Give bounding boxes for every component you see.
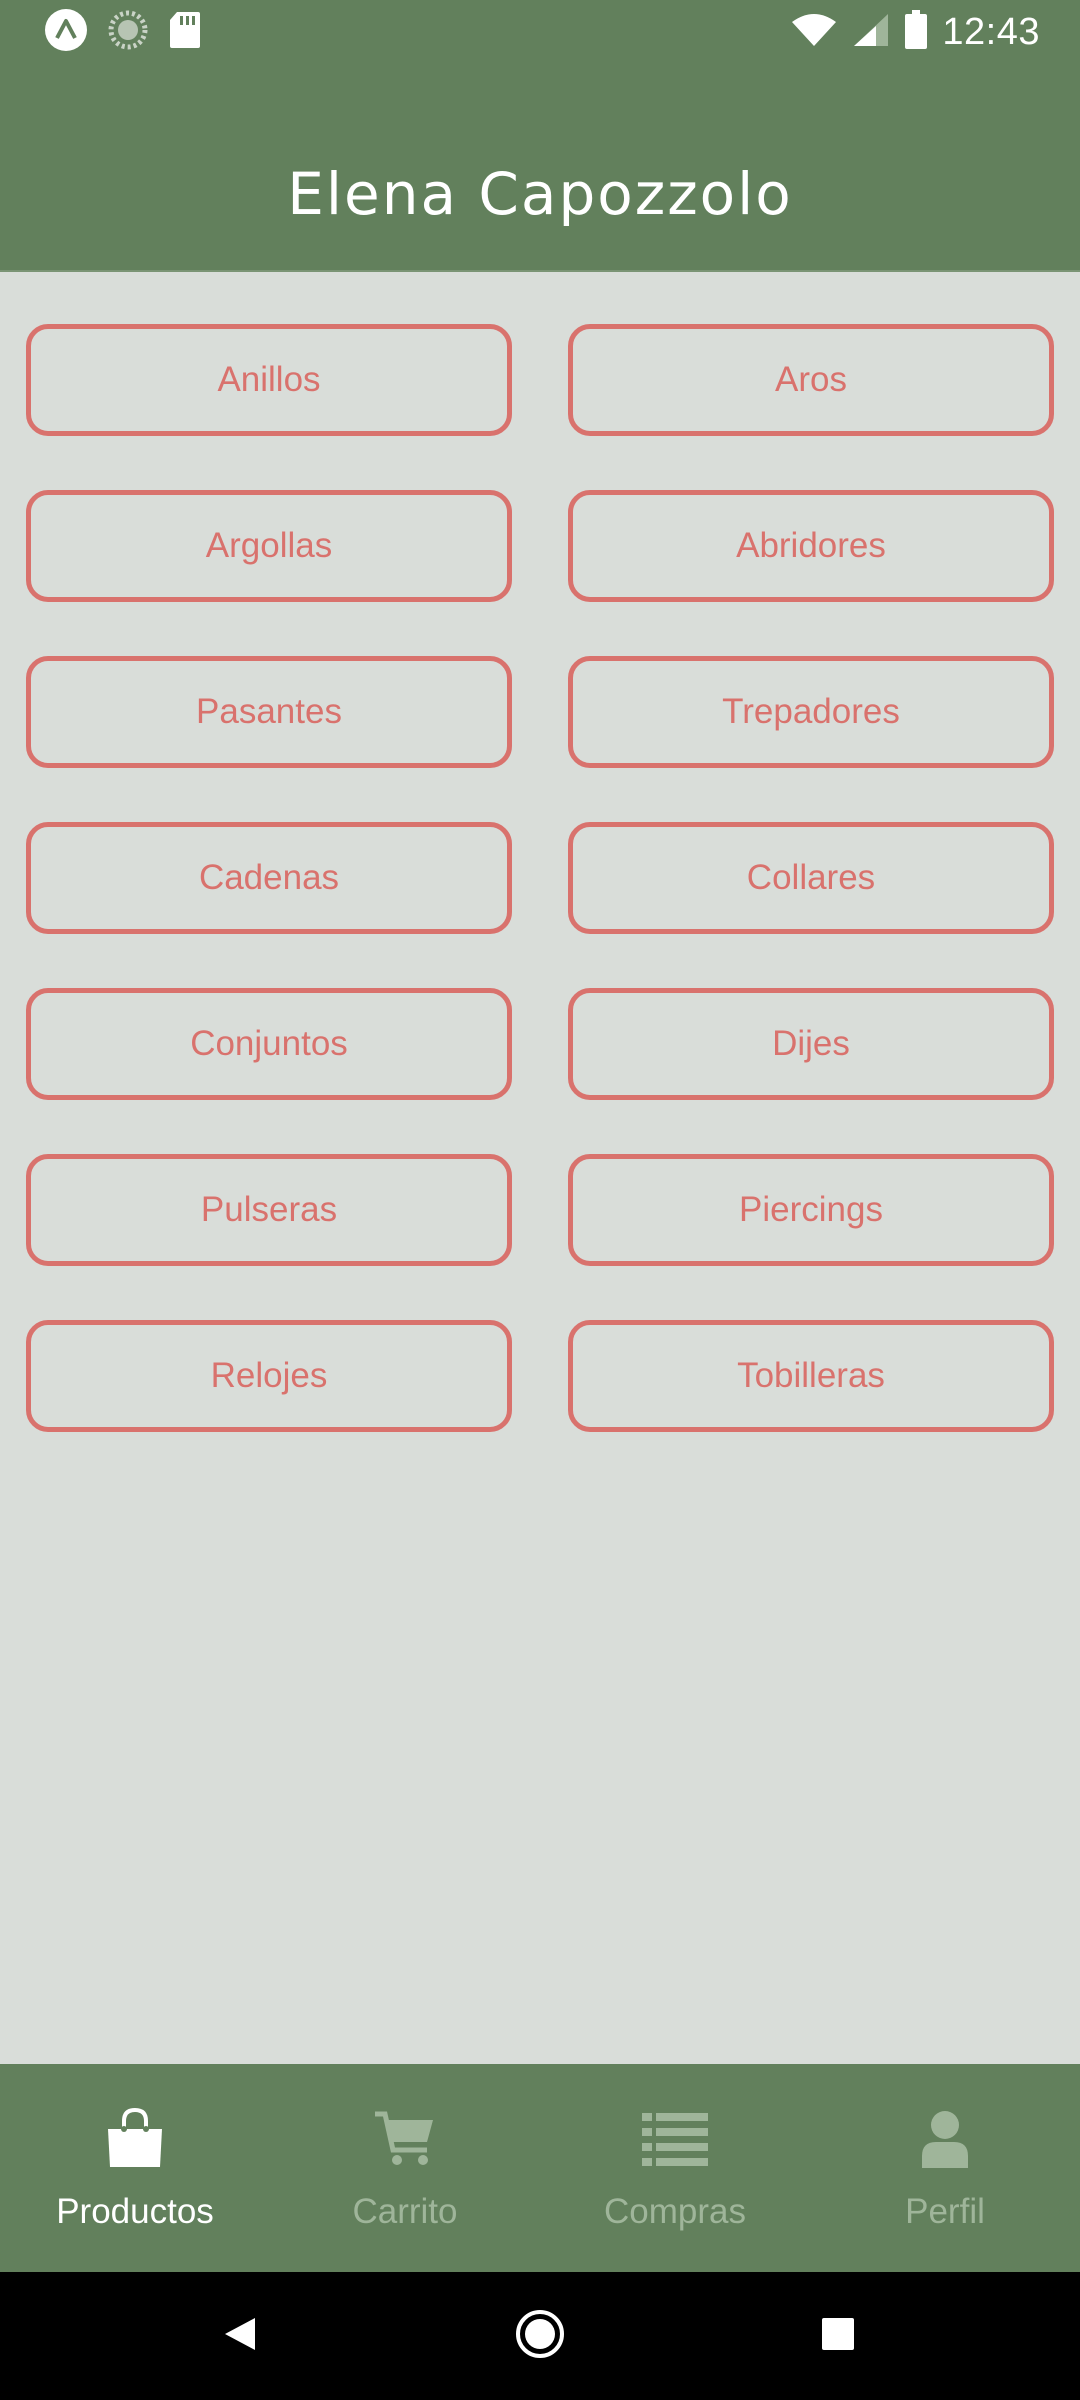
category-button-pasantes[interactable]: Pasantes bbox=[26, 656, 512, 768]
nav-item-productos[interactable]: Productos bbox=[0, 2064, 270, 2272]
back-button[interactable] bbox=[176, 2272, 304, 2400]
nav-label-perfil: Perfil bbox=[905, 2192, 985, 2231]
back-triangle-icon bbox=[223, 2316, 257, 2357]
nav-label-productos: Productos bbox=[56, 2192, 214, 2231]
category-button-argollas[interactable]: Argollas bbox=[26, 490, 512, 602]
category-button-anillos[interactable]: Anillos bbox=[26, 324, 512, 436]
nav-item-carrito[interactable]: Carrito bbox=[270, 2064, 540, 2272]
shopping-bag-icon bbox=[100, 2104, 170, 2174]
person-icon bbox=[910, 2104, 980, 2174]
wifi-icon bbox=[790, 12, 838, 53]
category-button-aros[interactable]: Aros bbox=[568, 324, 1054, 436]
sd-card-icon bbox=[168, 10, 202, 55]
category-button-pulseras[interactable]: Pulseras bbox=[26, 1154, 512, 1266]
nav-item-perfil[interactable]: Perfil bbox=[810, 2064, 1080, 2272]
nav-label-carrito: Carrito bbox=[352, 2192, 458, 2231]
app-header: Elena Capozzolo bbox=[0, 64, 1080, 272]
category-button-dijes[interactable]: Dijes bbox=[568, 988, 1054, 1100]
status-right-icons: 12:43 bbox=[790, 8, 1040, 56]
category-button-trepadores[interactable]: Trepadores bbox=[568, 656, 1054, 768]
nav-item-compras[interactable]: Compras bbox=[540, 2064, 810, 2272]
category-button-conjuntos[interactable]: Conjuntos bbox=[26, 988, 512, 1100]
category-button-piercings[interactable]: Piercings bbox=[568, 1154, 1054, 1266]
status-bar: 12:43 bbox=[0, 0, 1080, 64]
status-left-icons bbox=[44, 8, 202, 57]
nav-label-compras: Compras bbox=[604, 2192, 746, 2231]
app-logo-icon bbox=[44, 8, 88, 57]
category-button-collares[interactable]: Collares bbox=[568, 822, 1054, 934]
category-button-abridores[interactable]: Abridores bbox=[568, 490, 1054, 602]
category-button-cadenas[interactable]: Cadenas bbox=[26, 822, 512, 934]
recents-square-icon bbox=[821, 2317, 855, 2356]
category-grid: Anillos Aros Argollas Abridores Pasantes… bbox=[26, 324, 1054, 1432]
signal-icon bbox=[852, 12, 890, 53]
cart-icon bbox=[370, 2104, 440, 2174]
sync-icon bbox=[108, 10, 148, 55]
home-button[interactable] bbox=[476, 2272, 604, 2400]
recents-button[interactable] bbox=[774, 2272, 902, 2400]
category-button-tobilleras[interactable]: Tobilleras bbox=[568, 1320, 1054, 1432]
page-title: Elena Capozzolo bbox=[287, 160, 793, 228]
status-time: 12:43 bbox=[942, 10, 1040, 53]
system-nav-bar bbox=[0, 2272, 1080, 2400]
home-circle-icon bbox=[515, 2309, 565, 2364]
battery-icon bbox=[904, 9, 928, 55]
category-button-relojes[interactable]: Relojes bbox=[26, 1320, 512, 1432]
list-icon bbox=[640, 2104, 710, 2174]
bottom-nav: Productos Carrito Compras Perfil bbox=[0, 2064, 1080, 2272]
